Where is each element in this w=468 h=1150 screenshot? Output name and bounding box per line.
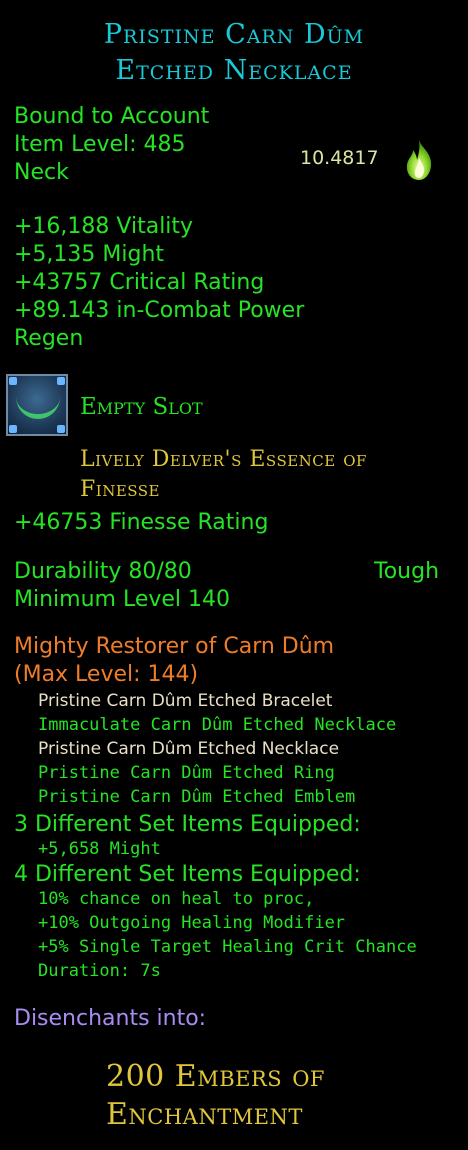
set-item: Pristine Carn Dûm Etched Emblem [38, 787, 356, 807]
set-max-level: (Max Level: 144) [14, 662, 199, 687]
durability: Durability 80/80 [14, 559, 192, 584]
stat-vitality: +16,188 Vitality [14, 214, 194, 239]
stat-might: +5,135 Might [14, 242, 165, 267]
set-name: Mighty Restorer of Carn Dûm [14, 634, 335, 659]
durability-type: Tough [374, 559, 440, 584]
item-value: 10.4817 [300, 147, 379, 169]
essence-slot-icon[interactable] [6, 374, 68, 436]
flame-icon [406, 140, 432, 180]
stat-power-regen-cont: Regen [14, 326, 84, 351]
set-bonus-3-line: +5,658 Might [38, 839, 161, 859]
minimum-level: Minimum Level 140 [14, 587, 231, 612]
item-level: Item Level: 485 [14, 132, 186, 157]
set-item: Pristine Carn Dûm Etched Necklace [38, 739, 340, 759]
item-tooltip: Pristine Carn Dûm Etched Necklace Bound … [0, 0, 468, 1150]
bound-text: Bound to Account [14, 104, 210, 129]
empty-slot-label: Empty Slot [80, 394, 203, 420]
stat-critical-rating: +43757 Critical Rating [14, 270, 265, 295]
set-bonus-4-line: Duration: 7s [38, 961, 161, 981]
stat-power-regen: +89.143 in-Combat Power [14, 298, 305, 323]
set-bonus-4-header: 4 Different Set Items Equipped: [14, 862, 361, 887]
essence-name-line1: Lively Delver's Essence of [80, 447, 367, 472]
set-bonus-3-header: 3 Different Set Items Equipped: [14, 812, 361, 837]
essence-stat: +46753 Finesse Rating [14, 510, 269, 535]
set-bonus-4-line: +5% Single Target Healing Crit Chance [38, 937, 417, 957]
disenchant-label: Disenchants into: [14, 1006, 207, 1031]
set-bonus-4-line: 10% chance on heal to proc, [38, 889, 315, 909]
set-item: Pristine Carn Dûm Etched Bracelet [38, 691, 333, 711]
item-slot: Neck [14, 160, 69, 185]
set-bonus-4-line: +10% Outgoing Healing Modifier [38, 913, 346, 933]
item-title-line2: Etched Necklace [115, 55, 353, 86]
item-title-line1: Pristine Carn Dûm [103, 19, 365, 50]
set-item: Immaculate Carn Dûm Etched Necklace [38, 715, 397, 735]
essence-name-line2: Finesse [80, 477, 161, 502]
disenchant-result-line1: 200 Embers of [106, 1059, 325, 1094]
set-item: Pristine Carn Dûm Etched Ring [38, 763, 335, 783]
disenchant-result-line2: Enchantment [106, 1097, 303, 1132]
